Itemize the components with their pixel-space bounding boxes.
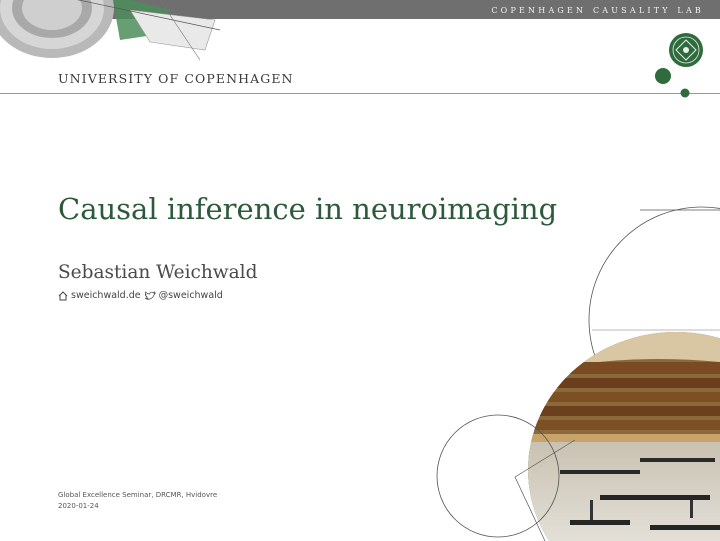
decorative-circles-art bbox=[436, 206, 720, 541]
library-photo bbox=[528, 332, 720, 541]
footer: Global Excellence Seminar, DRCMR, Hvidov… bbox=[58, 490, 217, 512]
event-name: Global Excellence Seminar, DRCMR, Hvidov… bbox=[58, 491, 218, 499]
event-date: 2020-01-24 bbox=[58, 502, 99, 510]
